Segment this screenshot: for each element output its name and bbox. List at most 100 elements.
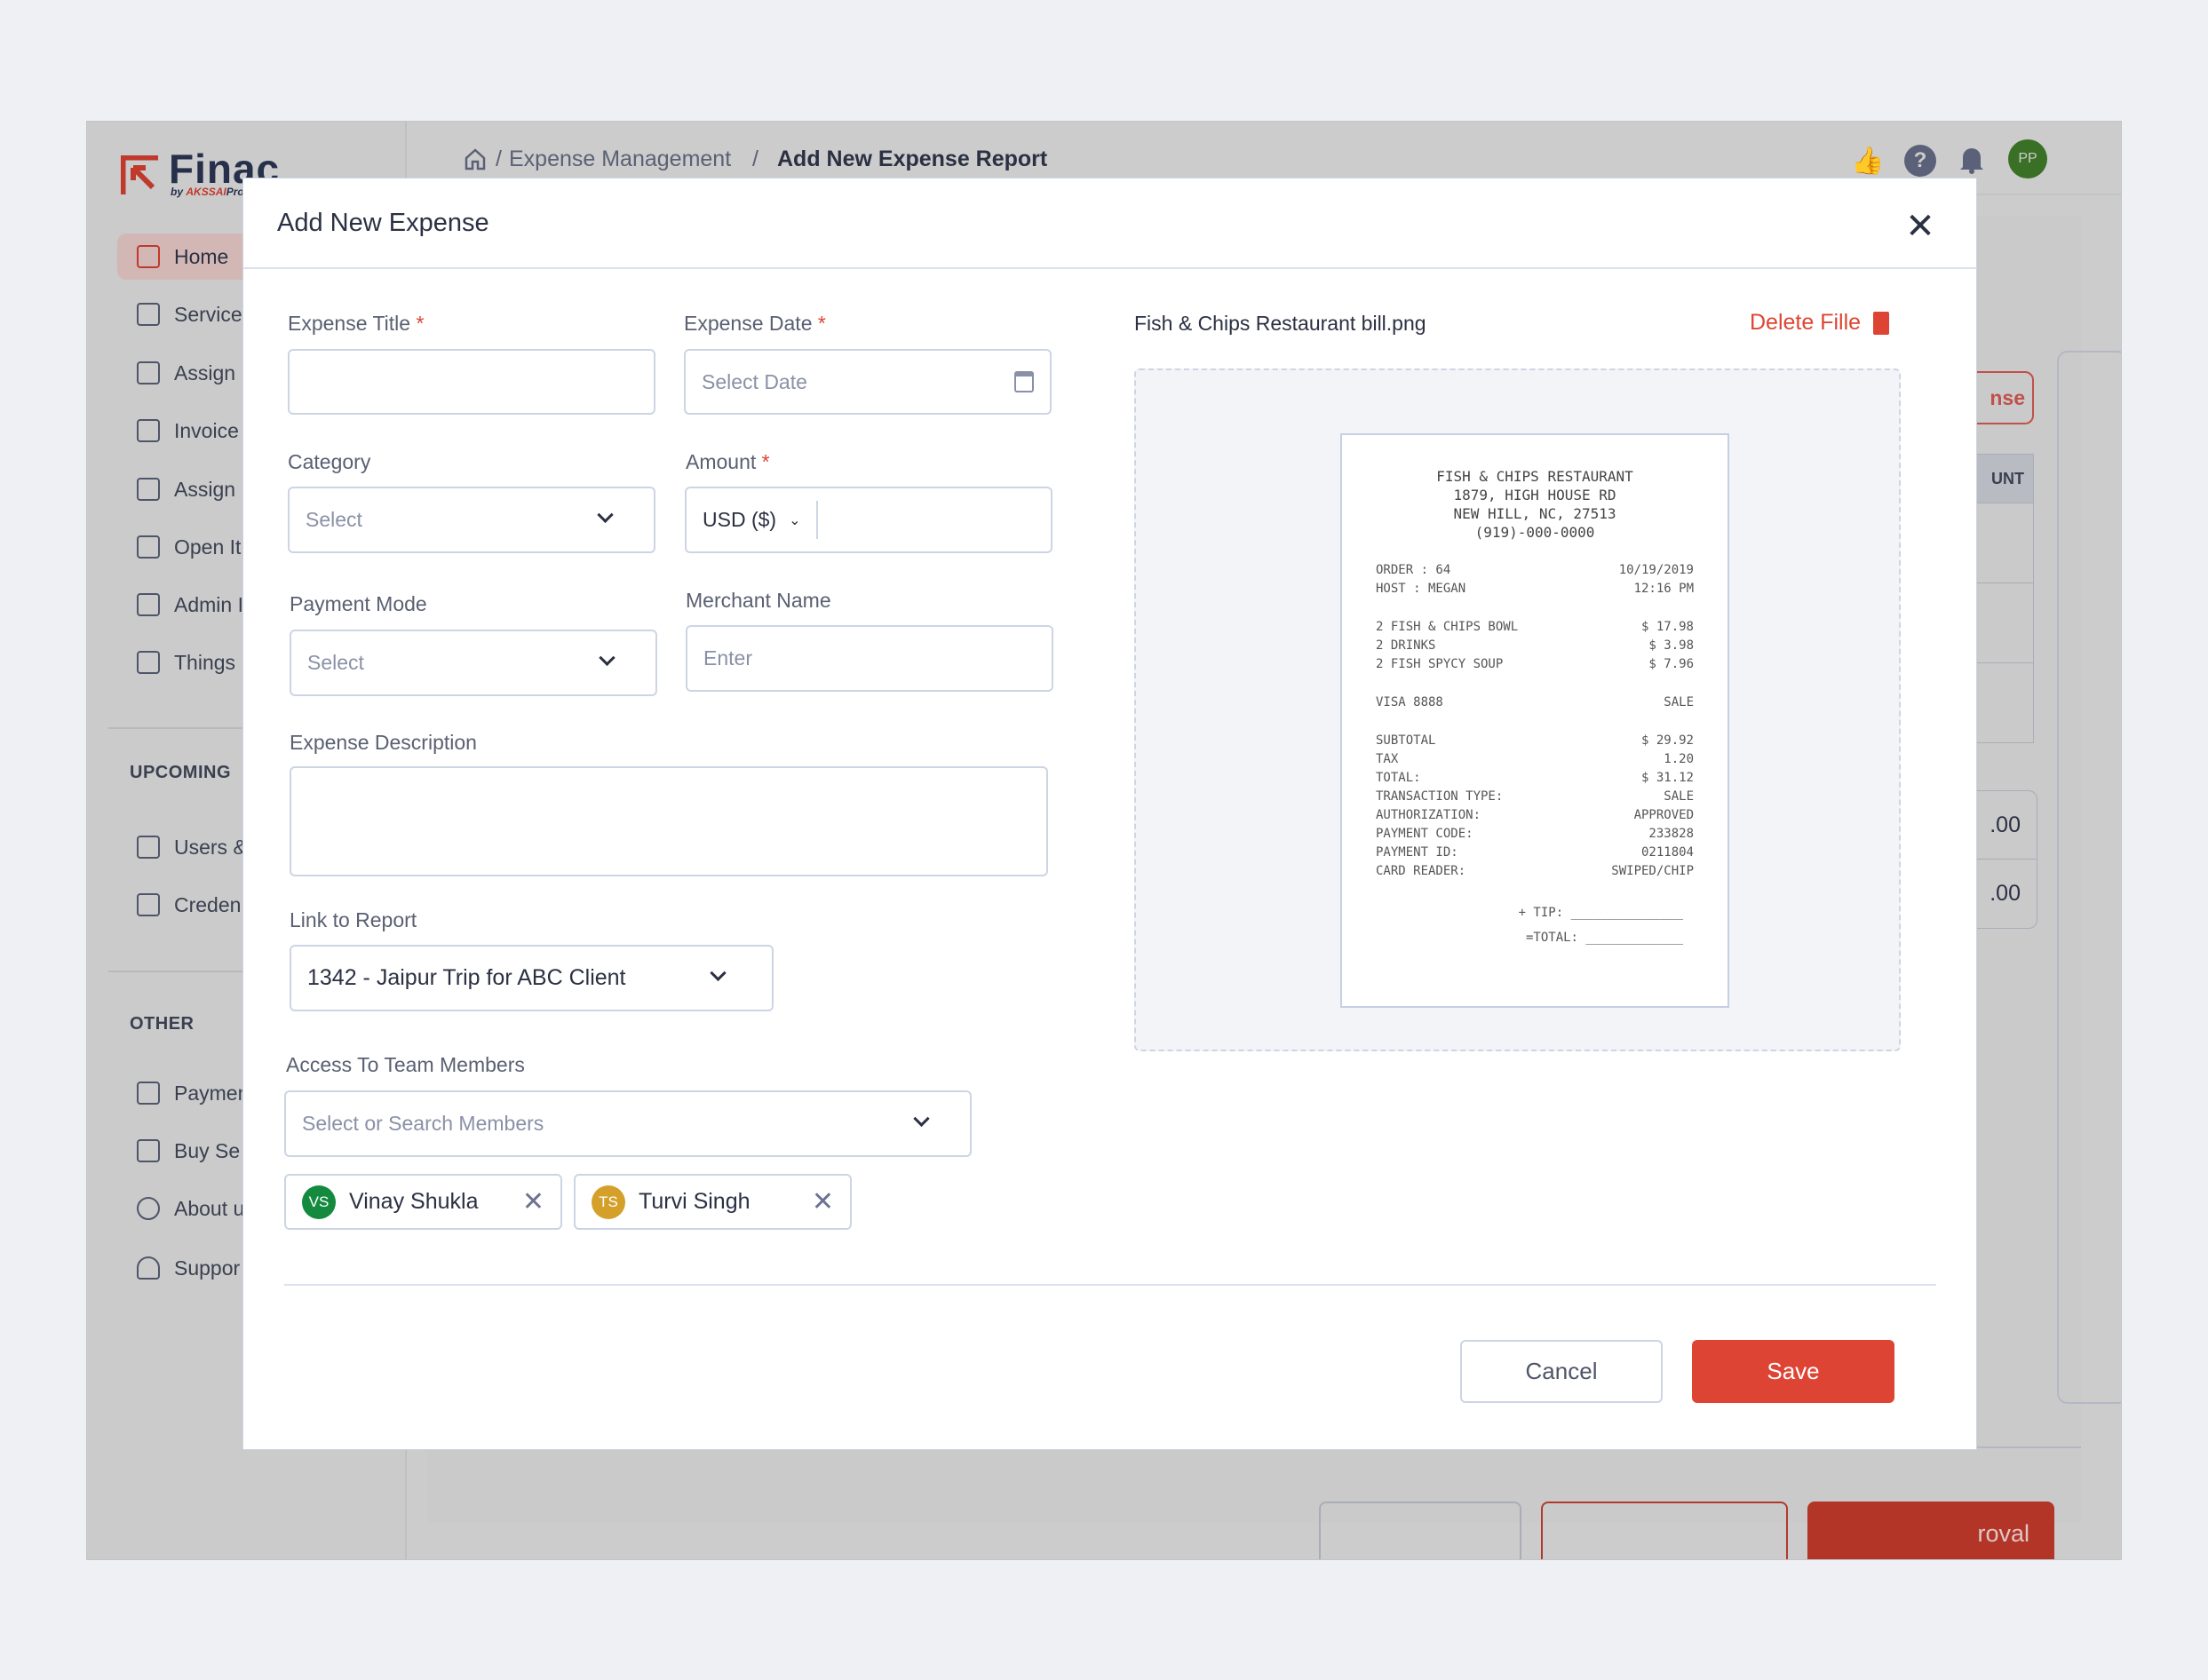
total-value: .00 (1966, 860, 2037, 929)
headset-icon (137, 1256, 160, 1280)
link-to-report-select[interactable]: 1342 - Jaipur Trip for ABC Client (290, 945, 774, 1011)
member-chip: TS Turvi Singh ✕ (574, 1174, 852, 1230)
receipt-label: PAYMENT CODE: (1376, 827, 1473, 841)
receipt-header-line: FISH & CHIPS RESTAURANT (1436, 468, 1633, 485)
payment-mode-label: Payment Mode (290, 592, 427, 615)
receipt-value: $ 7.96 (1648, 657, 1694, 671)
receipt-label: TRANSACTION TYPE: (1376, 789, 1504, 804)
receipt-value: $ 31.12 (1640, 771, 1694, 785)
help-icon[interactable]: ? (1904, 145, 1936, 177)
expense-date-picker[interactable]: Select Date (684, 349, 1052, 415)
receipt-label: VISA 8888 (1376, 695, 1443, 709)
breadcrumb-expense-management[interactable]: Expense Management (509, 147, 731, 172)
calendar-icon[interactable] (1014, 371, 1034, 392)
user-avatar[interactable]: PP (2008, 139, 2047, 178)
payment-mode-select[interactable]: Select (290, 630, 657, 696)
home-icon[interactable] (463, 147, 488, 171)
chevron-down-icon (599, 649, 616, 667)
user-plus-icon (137, 478, 160, 501)
receipt-tip-line: + TIP: _______________ (1518, 906, 1683, 920)
bar-chart-icon (137, 593, 160, 616)
member-chip: VS Vinay Shukla ✕ (284, 1174, 562, 1230)
member-name: Vinay Shukla (349, 1189, 479, 1214)
breadcrumb-separator: / (496, 147, 502, 171)
merchant-name-label: Merchant Name (686, 589, 831, 612)
chevron-down-icon: ⌄ (789, 512, 801, 528)
invoice-icon (137, 419, 160, 442)
description-label: Expense Description (290, 731, 477, 754)
receipt-row: 2 DRINKS $ 3.98 (1376, 637, 1694, 655)
file-preview-area[interactable]: FISH & CHIPS RESTAURANT 1879, HIGH HOUSE … (1134, 368, 1901, 1051)
send-for-approval-button[interactable]: roval (1807, 1502, 2054, 1559)
breadcrumb-separator: / (752, 147, 759, 171)
avatar: TS (592, 1185, 625, 1219)
receipt-header-line: 1879, HIGH HOUSE RD (1453, 487, 1616, 503)
background-button[interactable] (1319, 1502, 1521, 1559)
receipt-row: TAX 1.20 (1376, 750, 1694, 769)
cancel-button[interactable]: Cancel (1460, 1340, 1663, 1403)
receipt-row: ORDER : 64 10/19/2019 (1376, 561, 1694, 580)
wallet-icon (137, 1082, 160, 1105)
logo-icon (121, 155, 158, 194)
chevron-down-icon (710, 964, 727, 982)
section-upcoming: UPCOMING (130, 763, 231, 782)
receipt-label: CARD READER: (1376, 864, 1466, 878)
amount-field: USD ($) ⌄ (685, 487, 1052, 553)
logo-subtitle: by AKSSAIProj (171, 186, 248, 198)
receipt-label: PAYMENT ID: (1376, 845, 1458, 860)
avatar: VS (302, 1185, 336, 1219)
receipt-value: APPROVED (1633, 808, 1694, 822)
printer-icon (137, 535, 160, 559)
receipt-row: 2 FISH & CHIPS BOWL $ 17.98 (1376, 618, 1694, 637)
team-members-select[interactable]: Select or Search Members (284, 1090, 972, 1157)
category-select[interactable]: Select (288, 487, 655, 553)
receipt-row: TOTAL: $ 31.12 (1376, 769, 1694, 788)
receipt-label: SUBTOTAL (1376, 733, 1436, 748)
receipt-label: HOST : MEGAN (1376, 582, 1466, 596)
receipt-row: PAYMENT CODE: 233828 (1376, 825, 1694, 844)
link-to-report-label: Link to Report (290, 908, 417, 931)
receipt-image: FISH & CHIPS RESTAURANT 1879, HIGH HOUSE … (1340, 433, 1729, 1008)
currency-select[interactable]: USD ($) ⌄ (687, 501, 819, 539)
divider (284, 1284, 1936, 1286)
amount-label: Amount * (686, 450, 770, 473)
receipt-label: TOTAL: (1376, 771, 1421, 785)
receipt-value: 233828 (1648, 827, 1694, 841)
remove-member-icon[interactable]: ✕ (812, 1186, 834, 1217)
receipt-value: 0211804 (1640, 845, 1694, 860)
receipt-value: 1.20 (1664, 752, 1694, 766)
receipt-label: 2 DRINKS (1376, 638, 1436, 653)
merchant-name-input[interactable]: Enter (686, 625, 1053, 692)
feedback-icon[interactable]: 👍 (1851, 145, 1884, 177)
total-value: .00 (1966, 790, 2037, 860)
save-button[interactable]: Save (1692, 1340, 1894, 1403)
close-icon[interactable]: ✕ (1904, 209, 1936, 244)
receipt-row: CARD READER: SWIPED/CHIP (1376, 862, 1694, 881)
category-label: Category (288, 450, 371, 473)
receipt-label: TAX (1376, 752, 1399, 766)
background-button[interactable] (1541, 1502, 1788, 1559)
grid-icon (137, 303, 160, 326)
receipt-value: $ 17.98 (1640, 620, 1694, 634)
chevron-down-icon (597, 506, 614, 524)
users-icon (137, 836, 160, 859)
receipt-total-line: =TOTAL: _____________ (1525, 931, 1683, 945)
receipt-value: SALE (1664, 695, 1694, 709)
description-textarea[interactable] (290, 766, 1048, 876)
divider (243, 267, 1976, 269)
columns-icon (137, 361, 160, 384)
expense-title-input[interactable] (288, 349, 655, 415)
amount-input[interactable] (818, 488, 1051, 551)
home-icon (137, 245, 160, 268)
expense-title-label: Expense Title * (288, 312, 425, 335)
receipt-label: AUTHORIZATION: (1376, 808, 1481, 822)
delete-file-button[interactable]: Delete Fille (1750, 310, 1890, 336)
receipt-value: 12:16 PM (1633, 582, 1694, 596)
expense-date-label: Expense Date * (684, 312, 826, 335)
bell-icon[interactable] (1958, 143, 1985, 175)
section-other: OTHER (130, 1014, 195, 1034)
remove-member-icon[interactable]: ✕ (522, 1186, 544, 1217)
breadcrumb-current: Add New Expense Report (777, 147, 1048, 171)
receipt-row: VISA 8888 SALE (1376, 693, 1694, 712)
receipt-value: SWIPED/CHIP (1611, 864, 1694, 878)
